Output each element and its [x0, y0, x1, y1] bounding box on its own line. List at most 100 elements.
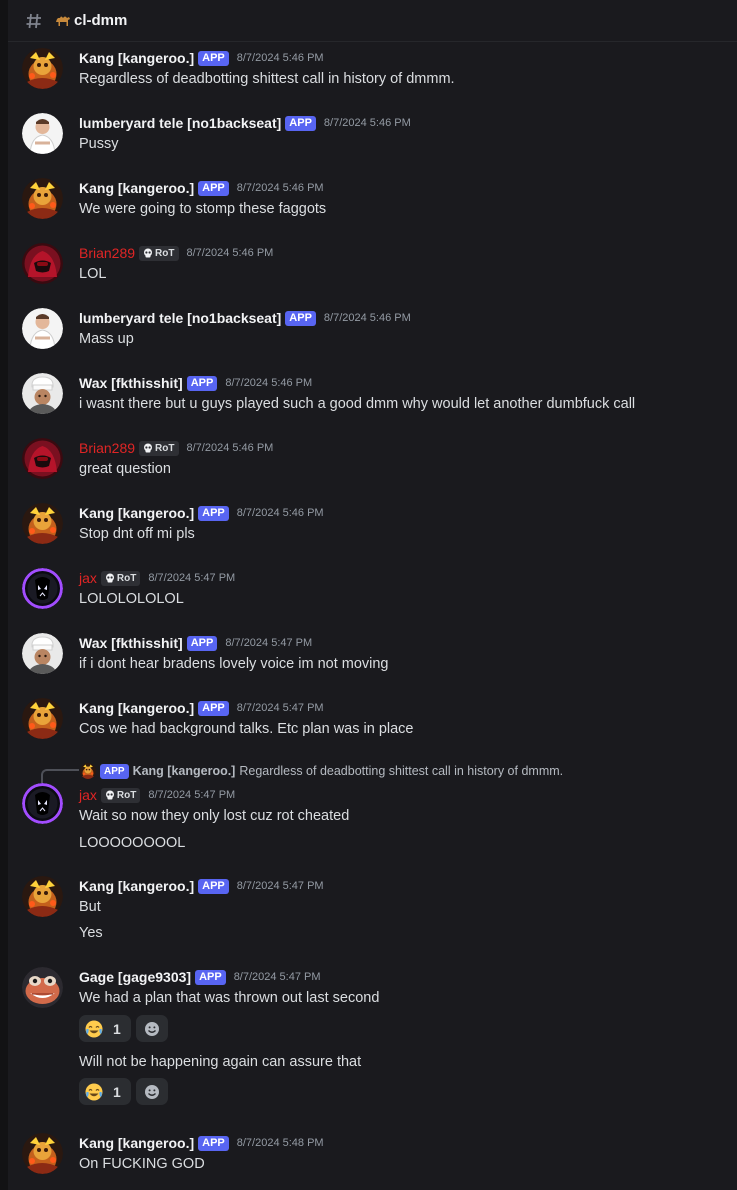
avatar[interactable]: [22, 967, 63, 1008]
rot-tag-label: RoT: [155, 442, 175, 454]
message-text: On FUCKING GOD: [79, 1156, 205, 1172]
add-reaction-button[interactable]: [136, 1078, 168, 1105]
message-text: LOL: [79, 266, 107, 282]
add-reaction-button[interactable]: [136, 1015, 168, 1042]
message: Brian289 RoT 8/7/2024 5:46 PM great ques…: [8, 436, 737, 491]
timestamp: 8/7/2024 5:46 PM: [186, 442, 274, 454]
message-text: Wait so now they only lost cuz rot cheat…: [79, 808, 350, 824]
timestamp: 8/7/2024 5:46 PM: [236, 52, 324, 64]
avatar[interactable]: [22, 568, 63, 609]
avatar[interactable]: [22, 113, 63, 154]
username[interactable]: Kang [kangeroo.]: [79, 700, 194, 716]
rot-tag-label: RoT: [116, 789, 137, 801]
rot-tag-label: RoT: [155, 247, 175, 259]
timestamp: 8/7/2024 5:47 PM: [236, 702, 324, 714]
username[interactable]: lumberyard tele [no1backseat]: [79, 115, 281, 131]
message: Kang [kangeroo.] APP 8/7/2024 5:46 PM St…: [8, 501, 737, 556]
avatar[interactable]: [22, 876, 63, 917]
message: jax RoT 8/7/2024 5:47 PM LOLOLOLOLOL: [8, 566, 737, 621]
message: Wax [fkthisshit] APP 8/7/2024 5:47 PM if…: [8, 631, 737, 686]
timestamp: 8/7/2024 5:47 PM: [225, 637, 313, 649]
reaction-count: 1: [113, 1020, 121, 1037]
avatar[interactable]: [22, 633, 63, 674]
message: APP Kang [kangeroo.] Regardless of deadb…: [8, 762, 737, 862]
rot-tag: RoT: [100, 570, 141, 586]
message: Kang [kangeroo.] APP 8/7/2024 5:46 PM We…: [8, 176, 737, 231]
app-tag: APP: [198, 180, 229, 196]
username[interactable]: jax: [79, 570, 97, 586]
username[interactable]: Brian289: [79, 245, 135, 261]
message-text: LOOOOOOOOL: [79, 835, 186, 851]
avatar[interactable]: [22, 178, 63, 219]
username[interactable]: Kang [kangeroo.]: [79, 50, 194, 66]
reaction[interactable]: 1: [79, 1078, 131, 1105]
timestamp: 8/7/2024 5:46 PM: [236, 182, 324, 194]
message-text: We were going to stomp these faggots: [79, 201, 327, 217]
channel-name[interactable]: cl-dmm: [74, 12, 127, 29]
message-text: Yes: [79, 925, 103, 941]
skull-icon: [105, 790, 114, 800]
username[interactable]: jax: [79, 787, 97, 803]
message-text: Cos we had background talks. Etc plan wa…: [79, 721, 414, 737]
smiley-icon: [144, 1020, 160, 1037]
username[interactable]: Kang [kangeroo.]: [79, 180, 194, 196]
avatar[interactable]: [22, 503, 63, 544]
rot-tag-label: RoT: [116, 572, 137, 584]
app-tag: APP: [285, 310, 316, 326]
joy-emoji-icon: [85, 1019, 103, 1038]
reply-spine: [41, 769, 79, 783]
message: Brian289 RoT 8/7/2024 5:46 PM LOL: [8, 241, 737, 296]
message-text: Mass up: [79, 331, 134, 347]
timestamp: 8/7/2024 5:47 PM: [148, 789, 236, 801]
message: Kang [kangeroo.] APP 8/7/2024 5:46 PM Re…: [8, 46, 737, 101]
app-tag: APP: [186, 375, 218, 391]
timestamp: 8/7/2024 5:48 PM: [236, 1137, 324, 1149]
timestamp: 8/7/2024 5:46 PM: [323, 117, 411, 129]
timestamp: 8/7/2024 5:46 PM: [236, 507, 324, 519]
avatar[interactable]: [22, 308, 63, 349]
avatar: [80, 763, 96, 779]
username[interactable]: Gage [gage9303]: [79, 969, 191, 985]
username[interactable]: Brian289: [79, 440, 135, 456]
reaction[interactable]: 1: [79, 1015, 131, 1042]
message-text: i wasnt there but u guys played such a g…: [79, 396, 636, 412]
channel-header: cl-dmm: [8, 0, 737, 42]
skull-icon: [105, 573, 114, 583]
avatar[interactable]: [22, 698, 63, 739]
reply-username[interactable]: Kang [kangeroo.]: [133, 764, 236, 778]
app-tag: APP: [198, 505, 229, 521]
app-tag: APP: [198, 1135, 229, 1151]
username[interactable]: Kang [kangeroo.]: [79, 505, 194, 521]
app-tag: APP: [195, 969, 226, 985]
message: Kang [kangeroo.] APP 8/7/2024 5:47 PM Bu…: [8, 874, 737, 954]
avatar[interactable]: [22, 438, 63, 479]
smiley-icon: [144, 1083, 160, 1100]
timestamp: 8/7/2024 5:47 PM: [148, 572, 236, 584]
message-text: Regardless of deadbotting shittest call …: [79, 71, 455, 87]
timestamp: 8/7/2024 5:47 PM: [236, 880, 324, 892]
avatar[interactable]: [22, 783, 63, 824]
message-text: Pussy: [79, 136, 119, 152]
username[interactable]: Wax [fkthisshit]: [79, 375, 183, 391]
message-text: LOLOLOLOLOL: [79, 591, 184, 607]
app-tag: APP: [198, 700, 229, 716]
message: Kang [kangeroo.] APP 8/7/2024 5:48 PM On…: [8, 1131, 737, 1186]
message: Kang [kangeroo.] APP 8/7/2024 5:47 PM Co…: [8, 696, 737, 751]
app-tag: APP: [198, 50, 229, 66]
avatar[interactable]: [22, 48, 63, 89]
joy-emoji-icon: [85, 1082, 103, 1101]
avatar[interactable]: [22, 373, 63, 414]
reply-text: Regardless of deadbotting shittest call …: [239, 764, 564, 778]
avatar[interactable]: [22, 1133, 63, 1174]
camel-emoji-icon: [54, 12, 72, 30]
username[interactable]: lumberyard tele [no1backseat]: [79, 310, 281, 326]
reply-reference[interactable]: APP Kang [kangeroo.] Regardless of deadb…: [80, 763, 563, 779]
message-text: We had a plan that was thrown out last s…: [79, 990, 380, 1006]
message: lumberyard tele [no1backseat] APP 8/7/20…: [8, 306, 737, 361]
username[interactable]: Wax [fkthisshit]: [79, 635, 183, 651]
username[interactable]: Kang [kangeroo.]: [79, 1135, 194, 1151]
hash-icon: [24, 11, 44, 31]
avatar[interactable]: [22, 243, 63, 284]
rot-tag: RoT: [139, 440, 179, 456]
username[interactable]: Kang [kangeroo.]: [79, 878, 194, 894]
